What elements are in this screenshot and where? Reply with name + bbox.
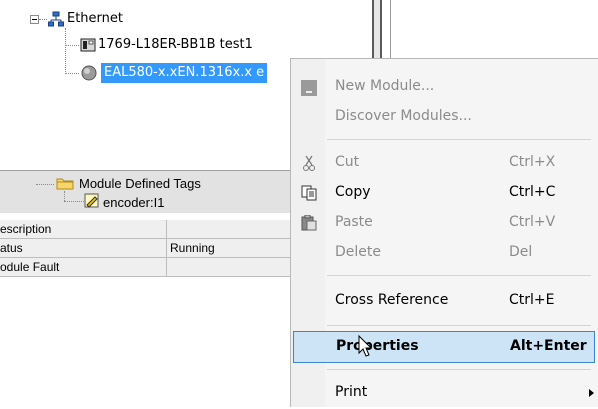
menu-item-label: Copy xyxy=(335,184,371,200)
menu-item-label: New Module... xyxy=(335,78,435,94)
copy-icon xyxy=(301,185,317,201)
menu-item-shortcut: Del xyxy=(509,244,533,260)
menu-item-shortcut: Ctrl+C xyxy=(509,184,556,200)
menu-item-shortcut: Ctrl+X xyxy=(509,154,556,170)
tags-header: Module Defined Tags encoder:I1 xyxy=(0,170,290,213)
menu-separator xyxy=(327,325,591,326)
menu-separator xyxy=(327,369,591,370)
menu-item-label: Cut xyxy=(335,154,360,170)
menu-item-properties[interactable]: Properties Alt+Enter xyxy=(293,331,595,363)
property-row[interactable]: escription xyxy=(0,220,290,239)
menu-item-label: Discover Modules... xyxy=(335,108,472,124)
menu-item-shortcut: Alt+Enter xyxy=(510,338,587,354)
property-name: escription xyxy=(0,220,167,238)
tags-label[interactable]: Module Defined Tags xyxy=(79,176,201,191)
property-name: atus xyxy=(0,239,167,257)
encoder-tag-label[interactable]: encoder:I1 xyxy=(103,195,164,210)
property-value: Running xyxy=(170,241,215,255)
tree-node-label: EAL580-x.xEN.1316x.x e xyxy=(101,63,268,83)
network-icon xyxy=(48,11,64,27)
menu-item-discover-modules[interactable]: Discover Modules... xyxy=(291,101,597,133)
property-row[interactable]: odule Fault xyxy=(0,258,290,277)
menu-separator xyxy=(327,275,591,276)
scissors-icon xyxy=(303,155,315,171)
mouse-cursor-icon xyxy=(358,335,373,357)
folder-icon xyxy=(56,178,74,190)
property-row[interactable]: atus Running xyxy=(0,239,290,258)
menu-item-label: Cross Reference xyxy=(335,292,449,308)
property-value xyxy=(170,258,290,276)
tree-node-label: 1769-L18ER-BB1B test1 xyxy=(98,37,253,52)
new-module-icon xyxy=(301,80,317,96)
menu-item-paste[interactable]: Paste Ctrl+V xyxy=(291,207,597,239)
menu-item-label: Print xyxy=(335,384,368,400)
property-name: odule Fault xyxy=(0,258,167,276)
menu-item-new-module[interactable]: New Module... xyxy=(291,71,597,103)
paste-icon xyxy=(301,215,317,231)
menu-separator xyxy=(327,139,591,140)
collapse-icon[interactable] xyxy=(30,15,39,24)
menu-item-label: Paste xyxy=(335,214,373,230)
tree-node-label: Ethernet xyxy=(67,11,123,26)
menu-item-cross-reference[interactable]: Cross Reference Ctrl+E xyxy=(291,285,597,317)
menu-item-copy[interactable]: Copy Ctrl+C xyxy=(291,177,597,209)
menu-item-label: Delete xyxy=(335,244,381,260)
controller-icon xyxy=(80,38,96,52)
menu-item-cut[interactable]: Cut Ctrl+X xyxy=(291,147,597,179)
context-menu: New Module... Discover Modules... Cut Ct… xyxy=(290,58,598,407)
menu-item-shortcut: Ctrl+V xyxy=(509,214,556,230)
grid-empty-area xyxy=(0,278,290,406)
menu-item-print[interactable]: Print xyxy=(291,377,597,409)
property-value xyxy=(170,220,290,238)
menu-item-label: Properties xyxy=(336,338,419,354)
menu-item-shortcut: Ctrl+E xyxy=(509,292,555,308)
menu-item-delete[interactable]: Delete Del xyxy=(291,237,597,269)
tag-icon xyxy=(84,193,99,208)
module-properties-grid: Module Defined Tags encoder:I1 escriptio… xyxy=(0,160,290,406)
submenu-arrow-icon xyxy=(589,389,594,397)
encoder-module-icon xyxy=(81,65,97,81)
